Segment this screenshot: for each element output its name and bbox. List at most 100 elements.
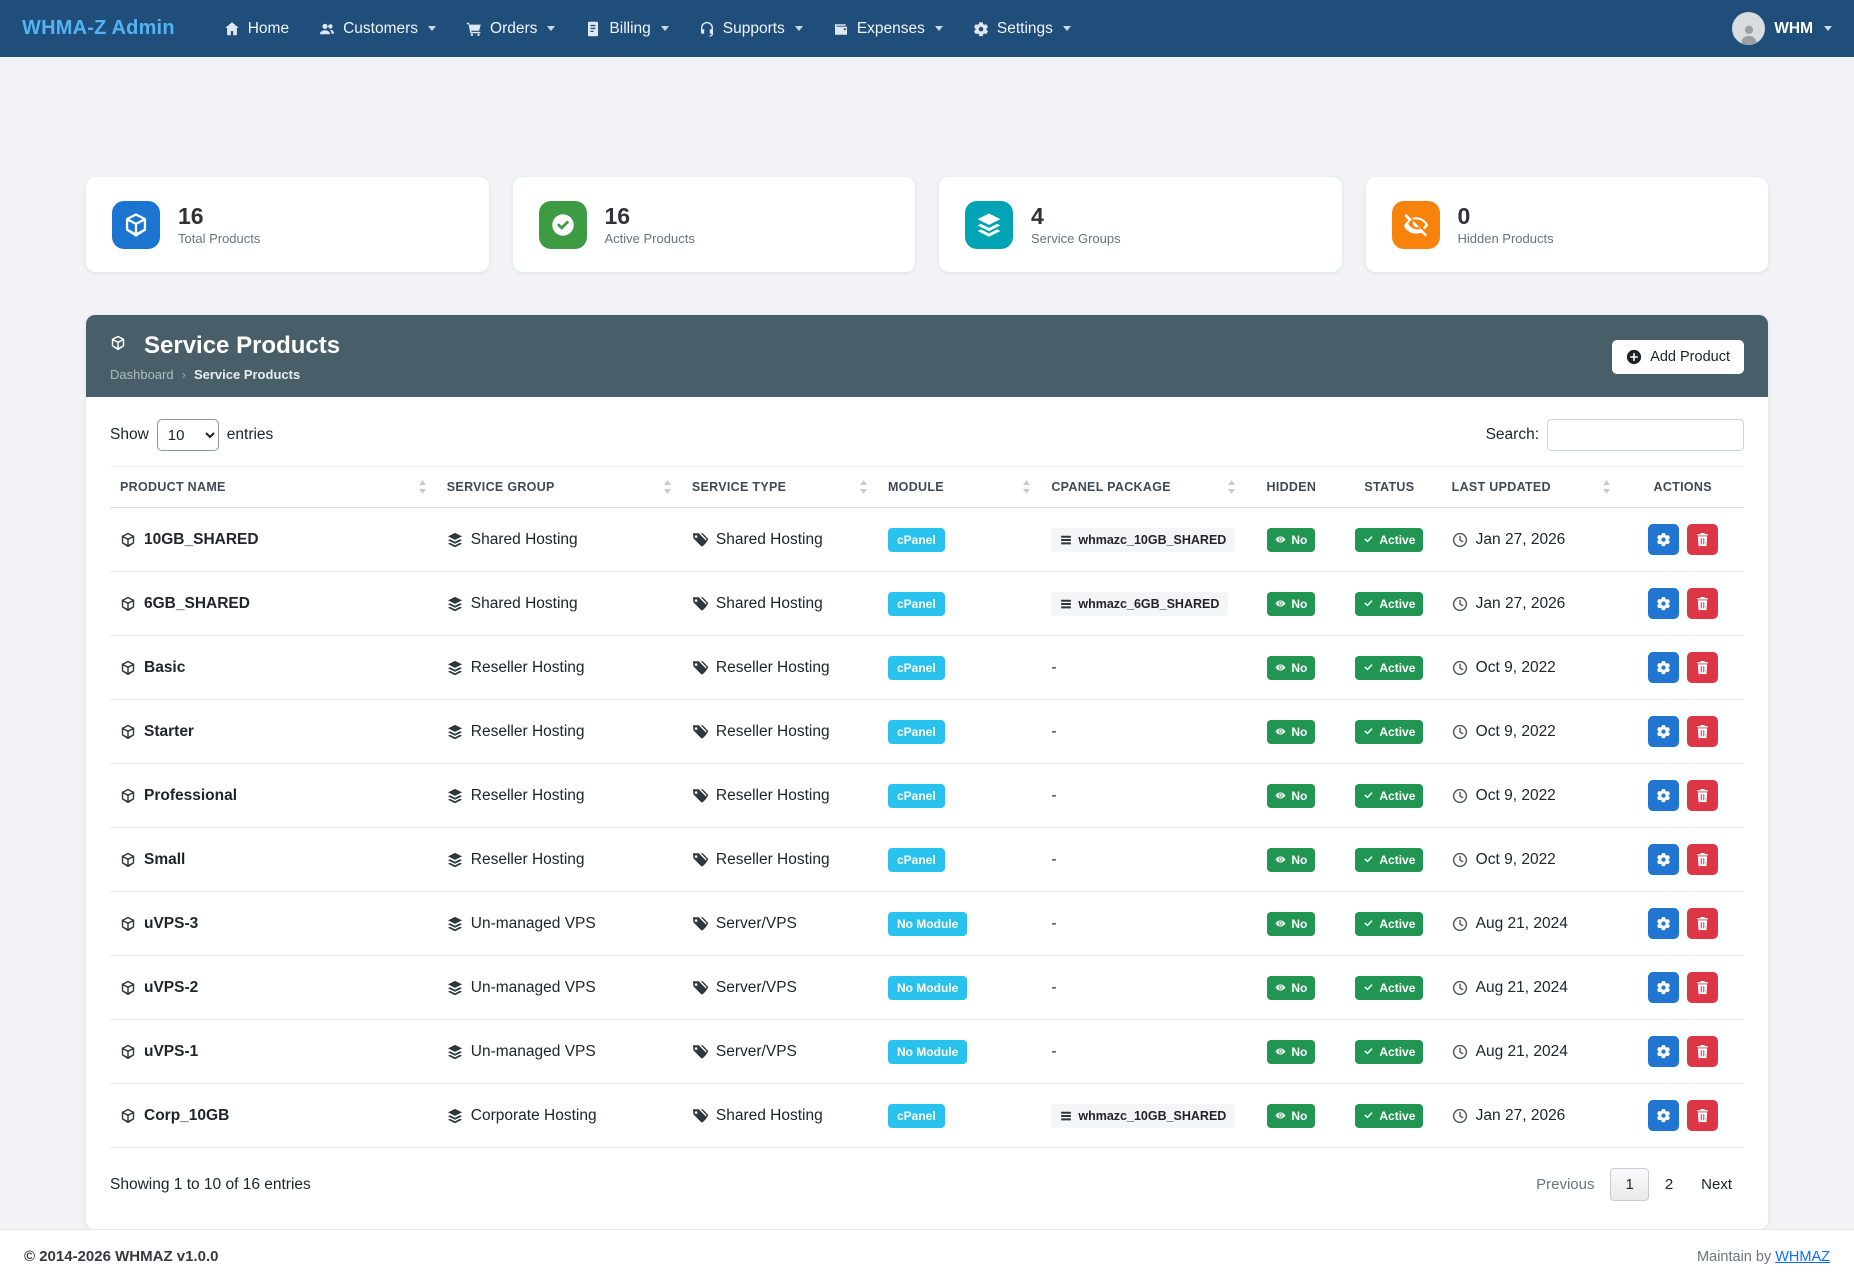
status-badge: Active (1355, 784, 1423, 808)
delete-product-button[interactable] (1687, 1100, 1718, 1131)
no-package-dash: - (1051, 659, 1056, 676)
breadcrumb-separator: › (182, 367, 186, 382)
gear-icon (1656, 660, 1671, 675)
product-name: Professional (144, 787, 237, 805)
edit-product-button[interactable] (1648, 716, 1679, 747)
add-product-button[interactable]: Add Product (1612, 340, 1744, 374)
brand-logo[interactable]: WHMA-Z Admin (22, 17, 175, 40)
product-name: uVPS-1 (144, 1043, 198, 1061)
edit-product-button[interactable] (1648, 844, 1679, 875)
column-header[interactable]: Actions (1621, 467, 1744, 508)
chevron-down-icon (795, 26, 803, 31)
column-header[interactable]: Hidden (1246, 467, 1338, 508)
box-icon (120, 788, 136, 804)
cpanel-package-badge: whmazc_10GB_SHARED (1051, 1104, 1235, 1128)
entries-label: entries (227, 426, 274, 444)
pagination-previous[interactable]: Previous (1524, 1169, 1606, 1200)
edit-product-button[interactable] (1648, 972, 1679, 1003)
users-icon (319, 21, 335, 37)
page-size-select[interactable]: 10 (157, 419, 219, 451)
service-type: Reseller Hosting (716, 723, 830, 741)
gear-icon (1656, 1108, 1671, 1123)
list-icon (1060, 598, 1072, 610)
delete-product-button[interactable] (1687, 908, 1718, 939)
pagination-page-2[interactable]: 2 (1653, 1169, 1685, 1200)
edit-product-button[interactable] (1648, 588, 1679, 619)
cpanel-package-badge: whmazc_10GB_SHARED (1051, 528, 1235, 552)
check-circle-icon (539, 201, 587, 249)
edit-product-button[interactable] (1648, 1100, 1679, 1131)
user-avatar (1732, 12, 1765, 45)
delete-product-button[interactable] (1687, 844, 1718, 875)
check-icon (1363, 854, 1374, 865)
chevron-down-icon (1063, 26, 1071, 31)
module-badge: cPanel (888, 592, 945, 616)
nav-item-home[interactable]: Home (209, 0, 304, 57)
column-header[interactable]: Module (878, 467, 1041, 508)
delete-product-button[interactable] (1687, 652, 1718, 683)
nav-item-expenses[interactable]: Expenses (818, 0, 958, 57)
nav-item-orders[interactable]: Orders (451, 0, 570, 57)
hidden-badge: No (1267, 656, 1315, 680)
column-header[interactable]: cPanel Package (1041, 467, 1245, 508)
edit-product-button[interactable] (1648, 780, 1679, 811)
pagination-page-1[interactable]: 1 (1610, 1168, 1648, 1201)
page-footer: © 2014-2026 WHMAZ v1.0.0 Maintain by WHM… (0, 1229, 1854, 1283)
pagination-next[interactable]: Next (1689, 1169, 1744, 1200)
box-icon (120, 1044, 136, 1060)
delete-product-button[interactable] (1687, 524, 1718, 555)
service-type: Shared Hosting (716, 1107, 823, 1125)
column-header[interactable]: Service Type (682, 467, 878, 508)
edit-product-button[interactable] (1648, 1036, 1679, 1067)
delete-product-button[interactable] (1687, 972, 1718, 1003)
delete-product-button[interactable] (1687, 780, 1718, 811)
box-icon (120, 660, 136, 676)
user-menu[interactable]: WHM (1732, 12, 1832, 45)
nav-item-settings[interactable]: Settings (958, 0, 1086, 57)
module-badge: No Module (888, 912, 967, 936)
edit-product-button[interactable] (1648, 652, 1679, 683)
products-table: Product Name Service Group Service Type … (110, 466, 1744, 1148)
box-icon (120, 532, 136, 548)
service-group: Shared Hosting (471, 531, 578, 549)
edit-product-button[interactable] (1648, 908, 1679, 939)
delete-product-button[interactable] (1687, 716, 1718, 747)
hidden-badge: No (1267, 1040, 1315, 1064)
hidden-badge: No (1267, 720, 1315, 744)
delete-product-button[interactable] (1687, 1036, 1718, 1067)
breadcrumb-dashboard[interactable]: Dashboard (110, 367, 174, 382)
nav-item-billing[interactable]: Billing (570, 0, 683, 57)
column-header[interactable]: Last Updated (1442, 467, 1622, 508)
layers-icon (447, 724, 463, 740)
hidden-badge: No (1267, 912, 1315, 936)
check-icon (1363, 790, 1374, 801)
stat-value: 16 (178, 203, 260, 229)
module-badge: No Module (888, 1040, 967, 1064)
service-type: Server/VPS (716, 979, 797, 997)
page-title: Service Products (144, 332, 340, 360)
hidden-badge: No (1267, 848, 1315, 872)
status-badge: Active (1355, 976, 1423, 1000)
module-badge: No Module (888, 976, 967, 1000)
layers-icon (447, 1044, 463, 1060)
column-header[interactable]: Service Group (437, 467, 682, 508)
clock-icon (1452, 788, 1468, 804)
home-icon (224, 21, 240, 37)
column-header[interactable]: Product Name (110, 467, 437, 508)
maintainer-link[interactable]: WHMAZ (1775, 1249, 1830, 1265)
search-input[interactable] (1547, 419, 1744, 451)
edit-product-button[interactable] (1648, 524, 1679, 555)
tags-icon (692, 1108, 708, 1124)
layers-icon (447, 1108, 463, 1124)
box-icon (120, 1108, 136, 1124)
service-products-panel: Service Products Dashboard › Service Pro… (86, 315, 1768, 1229)
user-name: WHM (1774, 20, 1813, 38)
last-updated: Aug 21, 2024 (1476, 979, 1568, 997)
plus-circle-icon (1626, 349, 1642, 365)
nav-item-supports[interactable]: Supports (684, 0, 818, 57)
column-header[interactable]: Status (1337, 467, 1442, 508)
last-updated: Oct 9, 2022 (1476, 851, 1556, 869)
gear-icon (1656, 852, 1671, 867)
nav-item-customers[interactable]: Customers (304, 0, 451, 57)
delete-product-button[interactable] (1687, 588, 1718, 619)
